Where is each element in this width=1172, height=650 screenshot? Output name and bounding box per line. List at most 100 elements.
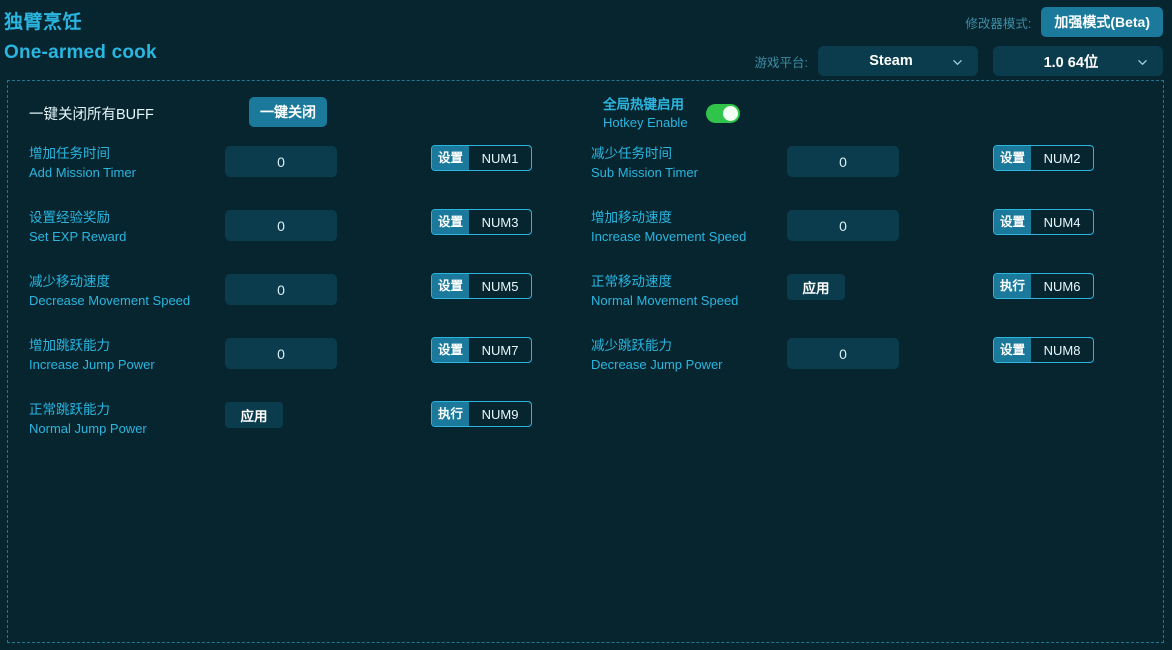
cheat-labels: 减少跳跃能力 Decrease Jump Power: [591, 335, 787, 374]
hotkey-key-label: NUM4: [1043, 214, 1081, 230]
hotkey-binding[interactable]: 执行 NUM9: [431, 401, 533, 427]
version-select-value: 1.0 64位: [1043, 54, 1099, 71]
hotkey-enable-label-en: Hotkey Enable: [603, 115, 688, 131]
header-controls: 修改器模式: 加强模式(Beta) 游戏平台: Steam 1.0 64位: [723, 6, 1163, 77]
hotkey-action-label: 执行: [432, 402, 470, 426]
mode-row: 修改器模式: 加强模式(Beta): [723, 6, 1163, 38]
close-all-buffs-button[interactable]: 一键关闭: [249, 97, 327, 127]
hotkey-action-label: 设置: [432, 146, 470, 170]
mode-label: 修改器模式:: [965, 16, 1032, 31]
cheat-hotkey-slot: 设置 NUM3: [431, 207, 533, 235]
hotkey-key-label: NUM1: [481, 150, 519, 166]
cheat-label-cn: 减少任务时间: [591, 146, 672, 161]
hotkey-enable-labels: 全局热键启用 Hotkey Enable: [603, 96, 688, 132]
cheat-apply-button[interactable]: 应用: [225, 402, 283, 428]
cheat-control-slot: [787, 143, 993, 177]
cheat-row-pair: 增加任务时间 Add Mission Timer 设置 NUM1 减少任务时间 Sub M…: [29, 143, 1153, 207]
platform-row: 游戏平台: Steam 1.0 64位: [723, 45, 1163, 77]
cheat-row-pair: 减少移动速度 Decrease Movement Speed 设置 NUM5 正常移动速…: [29, 271, 1153, 335]
hotkey-key-label: NUM9: [481, 406, 519, 422]
trainer-mode-button[interactable]: 加强模式(Beta): [1041, 7, 1163, 37]
hotkey-binding[interactable]: 设置 NUM4: [993, 209, 1095, 235]
cheat-labels: 正常移动速度 Normal Movement Speed: [591, 271, 787, 310]
hotkey-action-label: 设置: [432, 274, 470, 298]
hotkey-action-label: 设置: [994, 146, 1032, 170]
cheat-control-slot: [787, 207, 993, 241]
cheat-row: 增加跳跃能力 Increase Jump Power 设置 NUM7: [29, 335, 591, 399]
cheat-value-input[interactable]: [225, 274, 337, 305]
cheat-labels: 设置经验奖励 Set EXP Reward: [29, 207, 225, 246]
cheat-labels: 减少任务时间 Sub Mission Timer: [591, 143, 787, 182]
cheat-labels: 正常跳跃能力 Normal Jump Power: [29, 399, 225, 438]
cheat-label-en: Increase Jump Power: [29, 356, 155, 372]
hotkey-action-label: 设置: [994, 338, 1032, 362]
close-all-buffs-label: 一键关闭所有BUFF: [29, 107, 154, 123]
cheat-hotkey-slot: 设置 NUM2: [993, 143, 1095, 171]
hotkey-binding[interactable]: 设置 NUM8: [993, 337, 1095, 363]
cheat-panel: 一键关闭所有BUFF 一键关闭 全局热键启用 Hotkey Enable 增加任…: [7, 80, 1164, 643]
hotkey-key-label: NUM2: [1043, 150, 1081, 166]
cheat-label-cn: 正常移动速度: [591, 274, 672, 289]
cheat-hotkey-slot: 设置 NUM7: [431, 335, 533, 363]
cheat-row: 减少移动速度 Decrease Movement Speed 设置 NUM5: [29, 271, 591, 335]
cheat-hotkey-slot: 设置 NUM4: [993, 207, 1095, 235]
cheat-value-input[interactable]: [787, 146, 899, 177]
hotkey-enable-block: 全局热键启用 Hotkey Enable: [603, 96, 740, 132]
cheat-row-pair: 设置经验奖励 Set EXP Reward 设置 NUM3 增加移动速度 Increase…: [29, 207, 1153, 271]
hotkey-binding[interactable]: 执行 NUM6: [993, 273, 1095, 299]
global-controls-strip: 一键关闭所有BUFF 一键关闭 全局热键启用 Hotkey Enable: [8, 81, 1163, 143]
cheat-control-slot: [787, 335, 993, 369]
cheat-rows: 增加任务时间 Add Mission Timer 设置 NUM1 减少任务时间 Sub M…: [8, 143, 1163, 463]
cheat-control-slot: [225, 143, 431, 177]
hotkey-binding[interactable]: 设置 NUM3: [431, 209, 533, 235]
hotkey-action-label: 设置: [432, 210, 470, 234]
cheat-row: 减少任务时间 Sub Mission Timer 设置 NUM2: [591, 143, 1153, 207]
cheat-hotkey-slot: 执行 NUM6: [993, 271, 1095, 299]
hotkey-key-label: NUM8: [1043, 342, 1081, 358]
hotkey-action-label: 设置: [994, 210, 1032, 234]
cheat-label-cn: 减少跳跃能力: [591, 338, 672, 353]
cheat-value-input[interactable]: [225, 210, 337, 241]
hotkey-action-label: 执行: [994, 274, 1032, 298]
cheat-labels: 增加移动速度 Increase Movement Speed: [591, 207, 787, 246]
hotkey-enable-toggle[interactable]: [705, 104, 740, 124]
cheat-label-cn: 设置经验奖励: [29, 210, 110, 225]
hotkey-binding[interactable]: 设置 NUM1: [431, 145, 533, 171]
hotkey-binding[interactable]: 设置 NUM5: [431, 273, 533, 299]
cheat-value-input[interactable]: [787, 338, 899, 369]
hotkey-key-label: NUM3: [481, 214, 519, 230]
cheat-value-input[interactable]: [787, 210, 899, 241]
trainer-window: 独臂烹饪 One-armed cook 修改器模式: 加强模式(Beta) 游戏…: [0, 0, 1172, 650]
cheat-control-slot: 应用: [225, 399, 431, 428]
cheat-apply-button[interactable]: 应用: [787, 274, 845, 300]
cheat-row: 减少跳跃能力 Decrease Jump Power 设置 NUM8: [591, 335, 1153, 399]
game-title-cn: 独臂烹饪: [4, 12, 83, 33]
platform-select[interactable]: Steam: [818, 46, 978, 76]
hotkey-action-label: 设置: [432, 338, 470, 362]
cheat-labels: 减少移动速度 Decrease Movement Speed: [29, 271, 225, 310]
cheat-labels: 增加任务时间 Add Mission Timer: [29, 143, 225, 182]
hotkey-key-label: NUM5: [481, 278, 519, 294]
version-select[interactable]: 1.0 64位: [993, 46, 1163, 76]
cheat-hotkey-slot: 设置 NUM5: [431, 271, 533, 299]
cheat-value-input[interactable]: [225, 338, 337, 369]
cheat-row: 正常跳跃能力 Normal Jump Power 应用 执行 NUM9: [29, 399, 591, 463]
game-title-block: 独臂烹饪 One-armed cook: [4, 10, 157, 66]
cheat-label-en: Increase Movement Speed: [591, 228, 747, 244]
hotkey-key-label: NUM7: [481, 342, 519, 358]
cheat-value-input[interactable]: [225, 146, 337, 177]
cheat-label-en: Sub Mission Timer: [591, 164, 698, 180]
cheat-hotkey-slot: 设置 NUM1: [431, 143, 533, 171]
cheat-label-cn: 增加跳跃能力: [29, 338, 110, 353]
hotkey-binding[interactable]: 设置 NUM7: [431, 337, 533, 363]
cheat-control-slot: 应用: [787, 271, 993, 300]
game-title-en: One-armed cook: [4, 42, 157, 63]
cheat-label-cn: 正常跳跃能力: [29, 402, 110, 417]
hotkey-binding[interactable]: 设置 NUM2: [993, 145, 1095, 171]
cheat-row: 设置经验奖励 Set EXP Reward 设置 NUM3: [29, 207, 591, 271]
cheat-label-en: Set EXP Reward: [29, 228, 127, 244]
cheat-control-slot: [225, 207, 431, 241]
toggle-knob: [722, 106, 738, 122]
cheat-row: 增加移动速度 Increase Movement Speed 设置 NUM4: [591, 207, 1153, 271]
cheat-control-slot: [225, 335, 431, 369]
